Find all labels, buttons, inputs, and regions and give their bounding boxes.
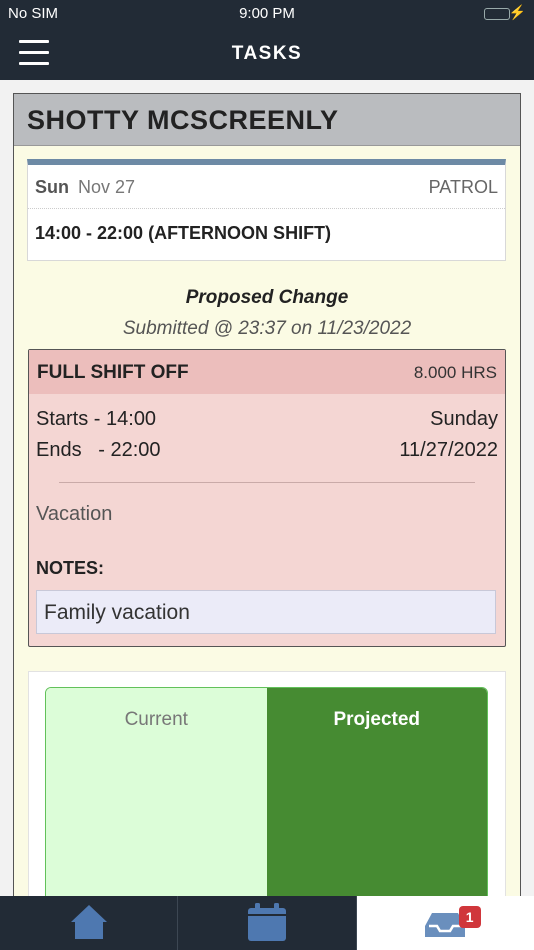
shift-time: 14:00 - 22:00 (AFTERNOON SHIFT) [35,223,332,243]
change-details: FULL SHIFT OFF 8.000 HRS Starts - 14:00 … [28,349,506,647]
tab-inbox[interactable]: 1 [355,896,534,950]
clock: 9:00 PM [239,5,295,22]
starts-day: Sunday [430,408,498,430]
tab-bar: 1 [0,896,534,950]
ends-row: Ends - 22:00 11/27/2022 [36,439,498,462]
balance-toggle: Current Projected [45,687,488,896]
submitted-timestamp: Submitted @ 23:37 on 11/23/2022 [122,318,412,339]
inbox-badge: 1 [458,906,481,928]
shift-summary: Sun Nov 27 PATROL 14:00 - 22:00 (AFTERNO… [27,159,506,261]
change-hours: 8.000 HRS [413,363,497,382]
proposed-title: Proposed Change [185,287,349,308]
tab-current[interactable]: Current [46,688,267,896]
shift-department: PATROL [428,177,498,197]
page-title: TASKS [231,43,303,64]
proposed-change-heading: Proposed Change Submitted @ 23:37 on 11/… [14,287,520,340]
home-icon [70,905,107,939]
card-header: SHOTTY MCSCREENLY [14,94,520,146]
battery-icon [484,8,510,20]
tab-calendar[interactable] [177,896,355,950]
starts-row: Starts - 14:00 Sunday [36,408,498,431]
content-scroll[interactable]: SHOTTY MCSCREENLY Sun Nov 27 PATROL 14:0… [0,80,534,896]
employee-name: SHOTTY MCSCREENLY [27,105,339,135]
calendar-icon [247,903,286,941]
balance-panel: Current Projected [28,671,506,896]
nav-bar: TASKS [0,30,534,80]
tab-home[interactable] [0,896,177,950]
divider [59,482,475,483]
tab-projected[interactable]: Projected [266,688,487,896]
charging-icon: ⚡ [508,4,526,20]
status-bar: No SIM 9:00 PM ⚡ [0,0,534,30]
ends-date: 11/27/2022 [399,439,498,461]
notes-field: Family vacation [36,590,496,634]
shift-day: Sun [35,177,69,197]
change-type: FULL SHIFT OFF [37,362,189,383]
starts-time: Starts - 14:00 [36,408,157,430]
notes-label: NOTES: [36,558,105,578]
shift-date: Nov 27 [78,177,136,197]
ends-time: Ends - 22:00 [36,439,161,461]
change-header: FULL SHIFT OFF 8.000 HRS [29,350,505,394]
task-card: SHOTTY MCSCREENLY Sun Nov 27 PATROL 14:0… [13,93,521,896]
change-reason: Vacation [36,503,113,525]
